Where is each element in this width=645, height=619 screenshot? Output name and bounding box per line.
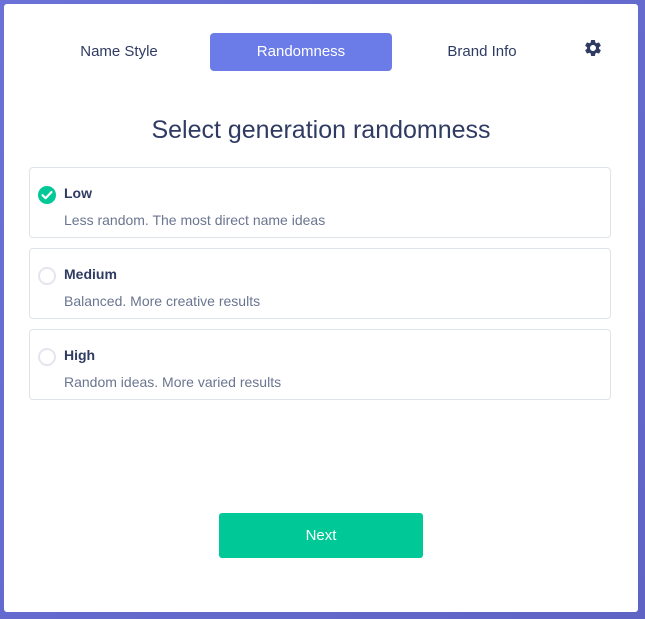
wizard-card: Name Style Randomness Brand Info Select …: [4, 4, 638, 612]
radio-checked-icon[interactable]: [38, 186, 56, 204]
option-high[interactable]: High Random ideas. More varied results: [29, 329, 611, 400]
option-label: Medium: [64, 266, 117, 282]
tab-brand-info[interactable]: Brand Info: [392, 33, 572, 71]
option-low[interactable]: Low Less random. The most direct name id…: [29, 167, 611, 238]
tab-name-style[interactable]: Name Style: [29, 33, 209, 71]
option-description: Less random. The most direct name ideas: [64, 212, 326, 228]
gear-icon[interactable]: [583, 38, 603, 58]
option-label: Low: [64, 185, 92, 201]
tab-bar: Name Style Randomness Brand Info: [4, 33, 638, 71]
radio-unchecked-icon[interactable]: [38, 267, 56, 285]
option-description: Balanced. More creative results: [64, 293, 261, 309]
option-medium[interactable]: Medium Balanced. More creative results: [29, 248, 611, 319]
page-title: Select generation randomness: [151, 116, 491, 144]
radio-unchecked-icon[interactable]: [38, 348, 56, 366]
tab-randomness[interactable]: Randomness: [210, 33, 392, 71]
option-label: High: [64, 347, 96, 363]
next-button[interactable]: Next: [219, 513, 423, 558]
option-description: Random ideas. More varied results: [64, 374, 282, 390]
